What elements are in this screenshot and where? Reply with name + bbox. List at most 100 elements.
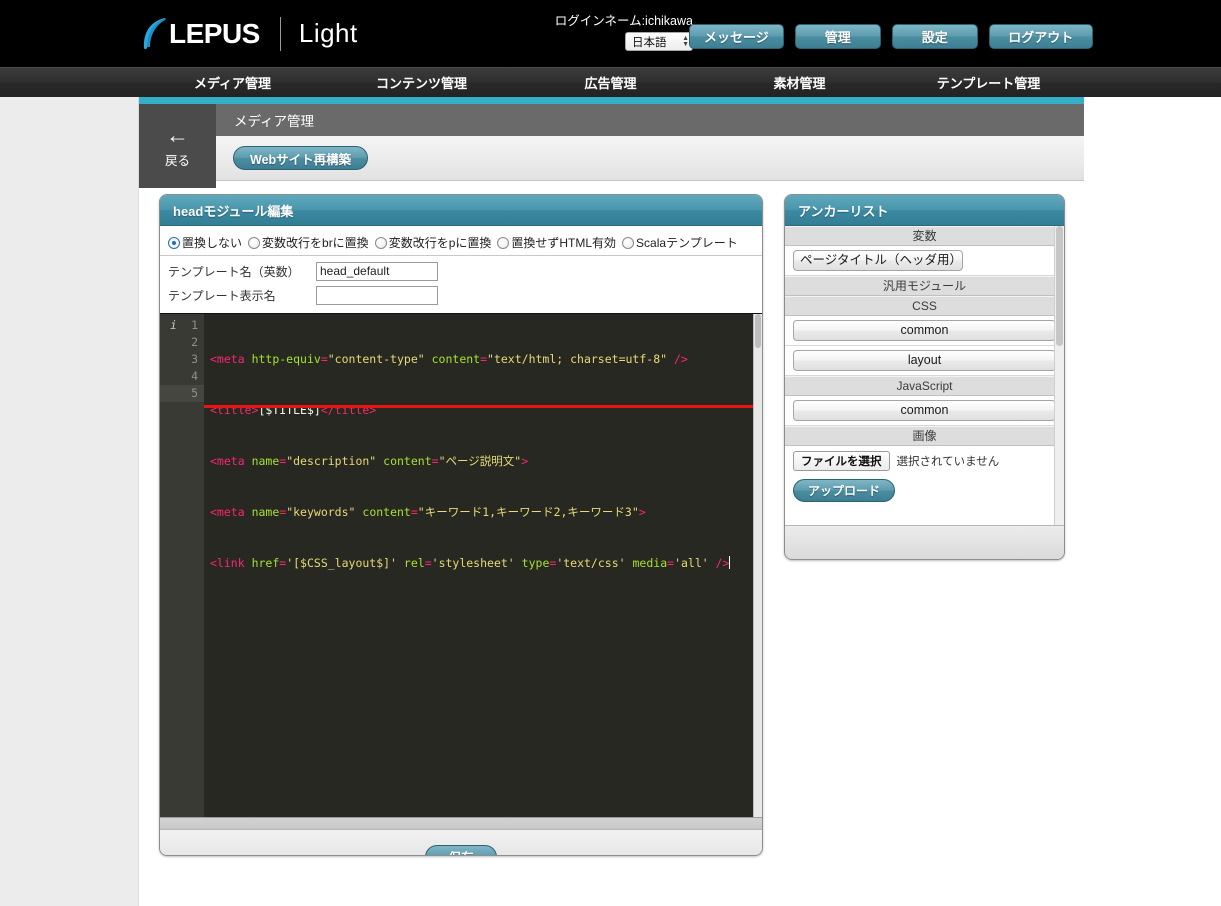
module-edit-panel: headモジュール編集 置換しない 変数改行をbrに置換 変数改行をpに置換 置… [159,194,763,856]
page-title-bar: メディア管理 [216,104,1084,136]
anchor-list-body: 変数 ページタイトル（ヘッダ用） 汎用モジュール CSS common layo… [785,226,1064,525]
brand-divider [279,16,281,51]
brand-logo: LEPUS Light [141,16,358,52]
anchor-section-generic-modules: 汎用モジュール [785,276,1064,296]
template-display-name-row: テンプレート表示名 [160,283,762,307]
code-line-1: <meta http-equiv="content-type" content=… [210,352,688,366]
nav-templates[interactable]: テンプレート管理 [894,68,1083,97]
radio-dot-icon [248,236,261,249]
no-file-selected-label: 選択されていません [896,456,1000,468]
top-bar: LEPUS Light ログインネーム:ichikawa 日本語 ▲ ▼ メッセー… [0,0,1221,67]
logout-button[interactable]: ログアウト [988,24,1093,49]
editor-options: 置換しない 変数改行をbrに置換 変数改行をpに置換 置換せずHTML有効 Sc… [160,226,762,313]
anchor-item-page-title[interactable]: ページタイトル（ヘッダ用） [793,250,964,271]
chevron-updown-icon: ▲ ▼ [682,34,689,48]
rebuild-website-button[interactable]: Webサイト再構築 [233,146,369,170]
upload-button[interactable]: アップロード [793,479,896,502]
gutter-line: 3 [191,352,198,366]
accent-strip [139,97,1084,104]
template-name-input[interactable] [316,261,438,281]
template-display-name-label: テンプレート表示名 [168,288,276,303]
code-line-4: <meta name="keywords" content="キーワード1,キー… [210,505,646,519]
anchor-section-variables: 変数 [785,226,1064,246]
radio-dot-icon [374,236,387,249]
radio-label-p: 変数改行をpに置換 [388,236,492,250]
anchor-section-images: 画像 [785,426,1064,446]
code-editor[interactable]: 1 2 3 4 5 <meta http-equiv="content-type… [160,313,762,817]
login-info: ログインネーム:ichikawa 日本語 ▲ ▼ [543,14,693,51]
anchor-scrollbar[interactable] [1054,226,1064,525]
choose-file-button[interactable]: ファイルを選択 [793,451,890,471]
radio-label-br: 変数改行をbrに置換 [262,236,369,250]
error-underline [204,405,753,408]
admin-button[interactable]: 管理 [794,24,881,49]
anchor-item-css-common[interactable]: common [793,320,1056,341]
anchor-css-item-common: common [785,316,1064,346]
radio-label-html: 置換せずHTML有効 [511,236,617,250]
message-button[interactable]: メッセージ [689,24,784,49]
main-navigation: メディア管理 コンテンツ管理 広告管理 素材管理 テンプレート管理 [0,67,1221,97]
anchor-js-item-common: common [785,396,1064,426]
template-display-name-input[interactable] [316,285,438,305]
nav-media[interactable]: メディア管理 [138,68,327,97]
anchor-item-js-common[interactable]: common [793,400,1056,421]
module-edit-panel-title: headモジュール編集 [160,195,762,226]
anchor-list-panel: アンカーリスト 変数 ページタイトル（ヘッダ用） 汎用モジュール CSS com… [784,194,1065,560]
language-select[interactable]: 日本語 ▲ ▼ [625,32,693,51]
brand-edition: Light [298,18,358,48]
page-body: ← 戻る メディア管理 Webサイト再構築 headモジュール編集 置換しない [0,97,1221,906]
replacement-mode-radio-group: 置換しない 変数改行をbrに置換 変数改行をpに置換 置換せずHTML有効 Sc… [160,231,762,256]
page-title: メディア管理 [234,114,315,129]
anchor-variable-items: ページタイトル（ヘッダ用） [785,246,1064,276]
radio-dot-selected-icon [168,236,180,249]
radio-option-no-replace[interactable]: 置換しない [168,234,242,251]
login-name-label: ログインネーム:ichikawa [554,14,693,28]
radio-dot-icon [497,236,510,249]
anchor-section-javascript: JavaScript [785,376,1064,396]
gutter-line-current: 5 [160,385,204,402]
editor-footer-strip [160,817,762,829]
gutter-line: 1 [160,317,204,334]
editor-footer: 保存 [160,829,762,855]
back-button-label: 戻る [164,153,190,168]
content-column: ← 戻る メディア管理 Webサイト再構築 headモジュール編集 置換しない [138,97,1221,906]
upload-row: アップロード [785,477,1064,510]
language-value: 日本語 [632,36,667,49]
radio-label-scala: Scalaテンプレート [636,236,738,250]
anchor-panel-footer [785,525,1064,559]
brand-name: LEPUS [169,17,260,49]
nav-contents[interactable]: コンテンツ管理 [327,68,516,97]
radio-option-html[interactable]: 置換せずHTML有効 [497,234,616,251]
radio-option-scala[interactable]: Scalaテンプレート [622,234,738,251]
radio-option-p[interactable]: 変数改行をpに置換 [374,234,492,251]
gutter-line: 2 [191,335,198,349]
code-gutter: 1 2 3 4 5 [160,314,204,817]
code-line-5: <link href='[$CSS_layout$]' rel='stylesh… [210,556,731,570]
template-name-label: テンプレート名（英数） [168,264,300,279]
anchor-scrollbar-thumb[interactable] [1056,226,1063,346]
radio-label-no-replace: 置換しない [182,236,243,250]
page-toolbar: Webサイト再構築 [216,136,1084,181]
code-scrollbar[interactable] [753,314,762,817]
nav-ads[interactable]: 広告管理 [516,68,705,97]
back-button[interactable]: ← 戻る [139,104,216,188]
template-fields: テンプレート名（英数） テンプレート表示名 [160,256,762,313]
anchor-list-panel-title: アンカーリスト [785,195,1064,226]
anchor-section-css: CSS [785,296,1064,316]
save-button[interactable]: 保存 [425,844,497,855]
code-scrollbar-thumb[interactable] [755,314,761,348]
gutter-line: 4 [191,369,198,383]
text-caret [729,556,731,569]
arrow-left-icon: ← [166,121,189,148]
top-action-buttons: メッセージ 管理 設定 ログアウト [689,24,1093,49]
nav-materials[interactable]: 素材管理 [705,68,894,97]
radio-option-br[interactable]: 変数改行をbrに置換 [248,234,369,251]
radio-dot-icon [622,236,635,249]
settings-button[interactable]: 設定 [891,24,978,49]
code-content[interactable]: <meta http-equiv="content-type" content=… [204,314,762,817]
code-line-3: <meta name="description" content="ページ説明文… [210,454,529,468]
anchor-item-css-layout[interactable]: layout [793,350,1056,371]
file-upload-row: ファイルを選択 選択されていません [785,446,1064,477]
anchor-css-item-layout: layout [785,346,1064,376]
lepus-swoosh-icon [141,16,167,52]
